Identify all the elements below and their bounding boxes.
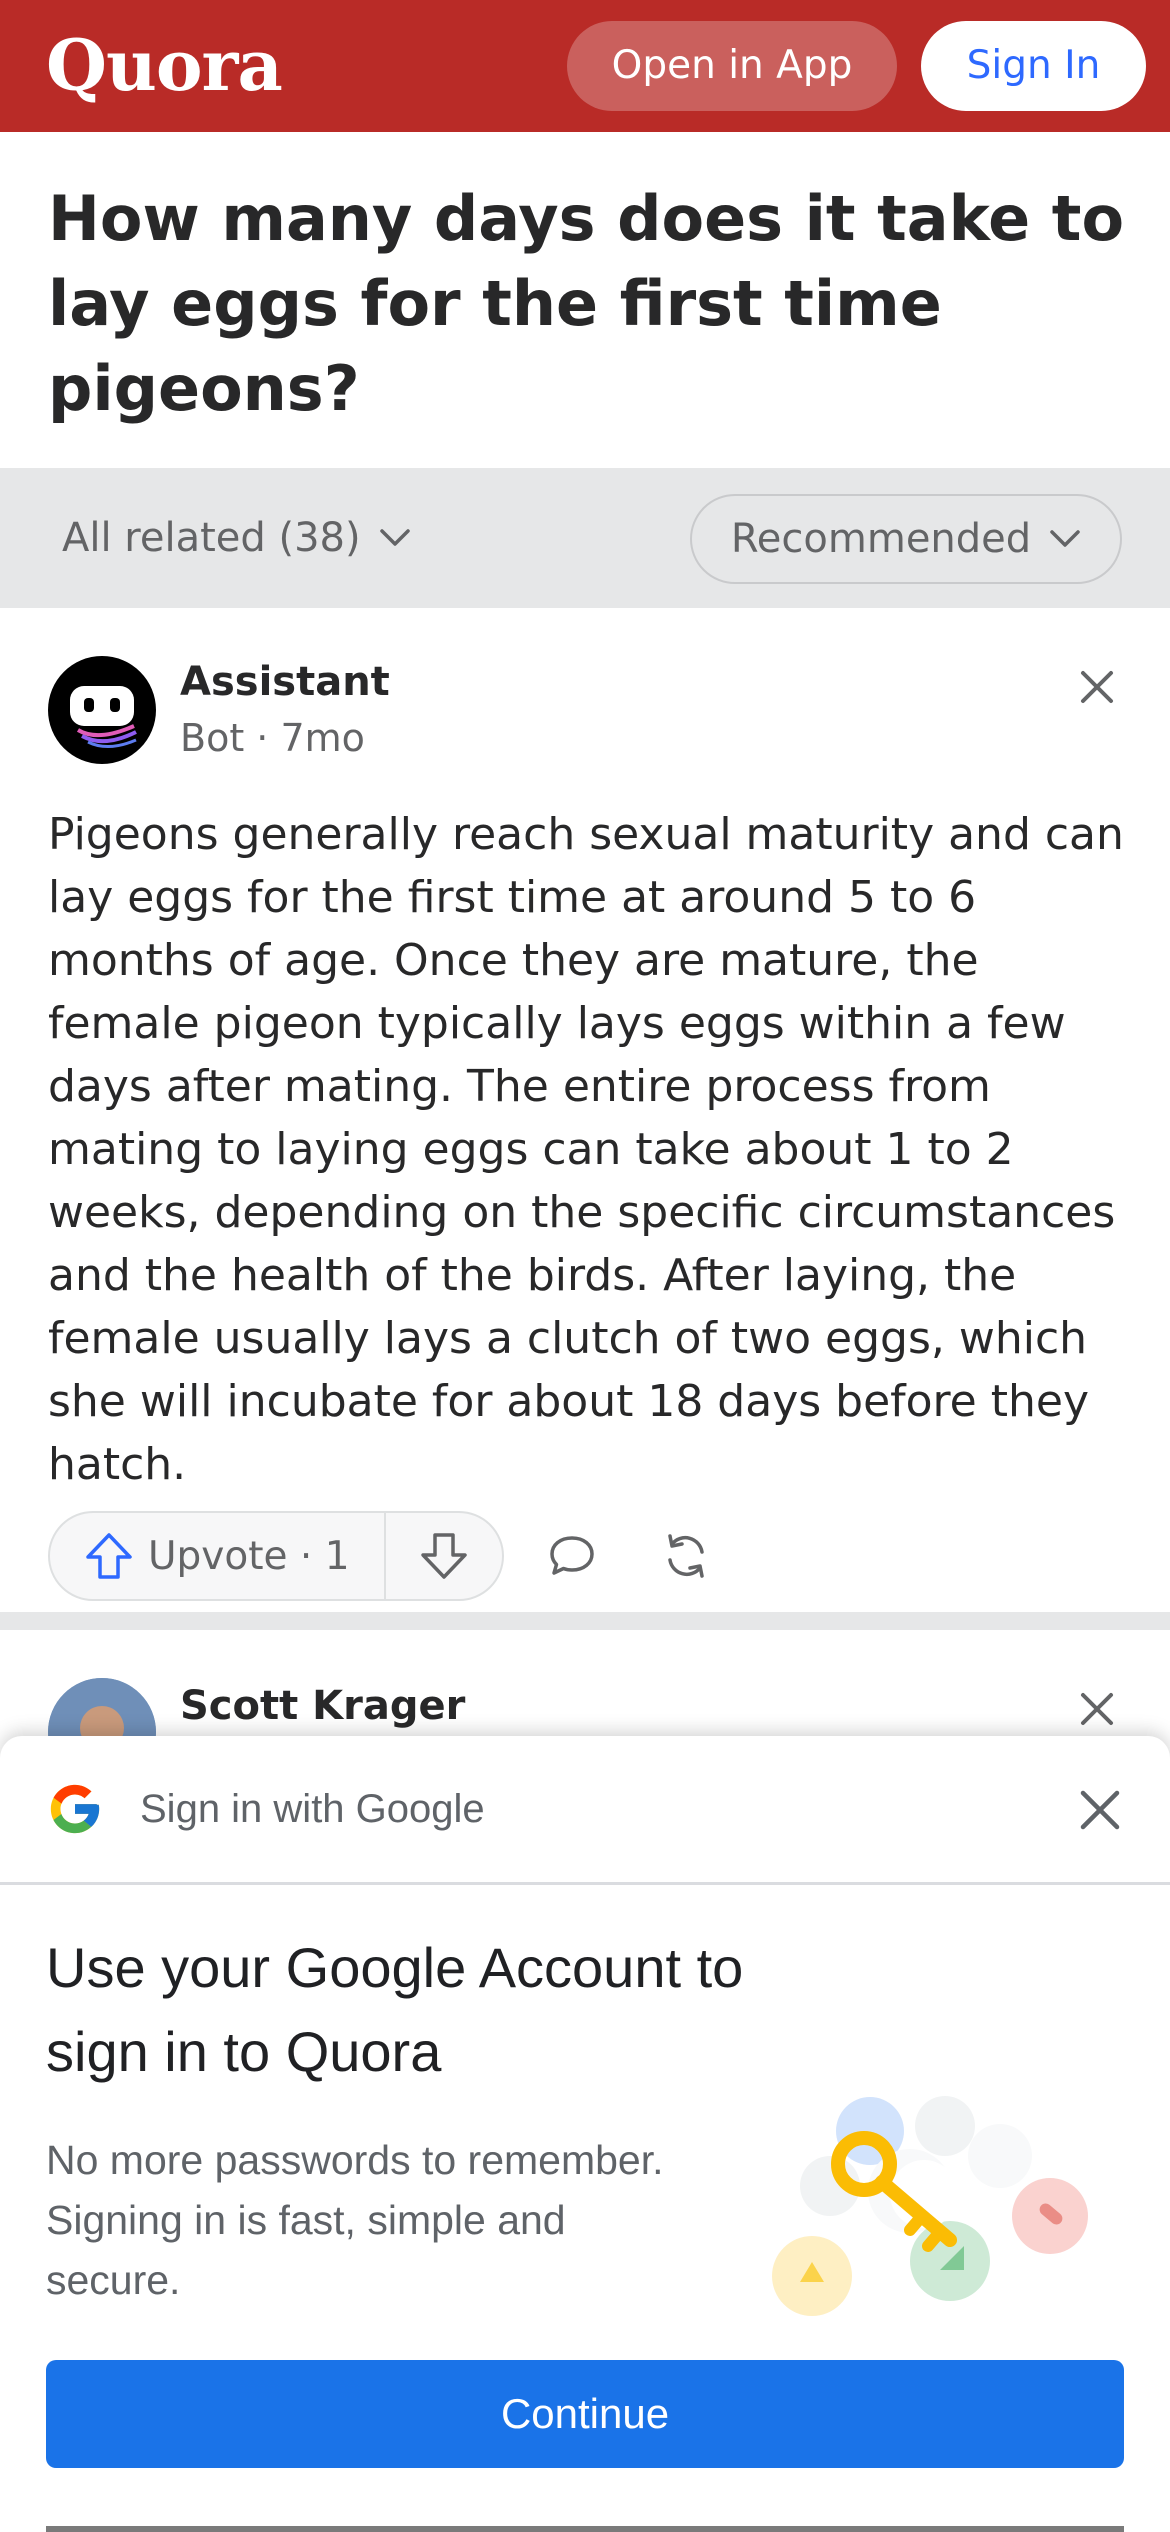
open-in-app-button[interactable]: Open in App [567,21,897,111]
chevron-down-icon [379,529,410,546]
close-icon[interactable] [1078,1788,1122,1832]
sort-label: Recommended [730,516,1032,562]
google-sheet-title: Sign in with Google [140,1787,485,1831]
key-illustration-icon [772,2096,1088,2316]
page: Quora Open in App Sign In How many days … [0,0,1170,2532]
google-logo-icon [50,1784,100,1834]
vote-controls: Upvote · 1 [48,1511,504,1601]
answer-text: Pigeons generally reach sexual maturity … [48,809,1124,1490]
downvote-button[interactable] [386,1513,502,1599]
chevron-down-icon [1050,530,1080,547]
close-icon[interactable] [1078,1690,1116,1728]
all-related-dropdown[interactable]: All related (38) [62,504,411,572]
upvote-button[interactable]: Upvote · 1 [50,1513,386,1599]
filter-bar: All related (38) Recommended [0,468,1170,608]
author-meta: Bot · 7mo [180,716,365,760]
author-name[interactable]: Scott Krager [180,1678,465,1734]
share-icon[interactable] [660,1530,712,1582]
author-name[interactable]: Assistant [180,654,390,710]
bot-avatar[interactable] [48,656,156,764]
continue-button[interactable]: Continue [46,2360,1124,2468]
close-icon[interactable] [1078,668,1116,706]
question-title[interactable]: How many days does it take to lay eggs f… [48,176,1128,431]
divider [0,1882,1170,1885]
upvote-label: Upvote · 1 [148,1533,350,1579]
robot-icon [70,686,137,748]
google-sign-in-sheet: Sign in with Google Use your Google Acco… [0,1736,1170,2532]
quora-logo[interactable]: Quora [46,18,283,114]
comment-icon[interactable] [546,1530,598,1582]
all-related-label: All related (38) [62,515,361,561]
google-sheet-subtext: No more passwords to remember. Signing i… [46,2137,664,2303]
sign-in-button[interactable]: Sign In [921,21,1146,111]
sort-dropdown[interactable]: Recommended [690,494,1122,584]
arrow-up-icon [86,1533,132,1579]
bottom-image-strip [46,2526,1124,2532]
google-sheet-heading: Use your Google Account to sign in to Qu… [46,1936,744,2083]
arrow-down-icon [421,1533,467,1579]
answer-separator [0,1612,1170,1630]
top-bar: Quora Open in App Sign In [0,0,1170,132]
